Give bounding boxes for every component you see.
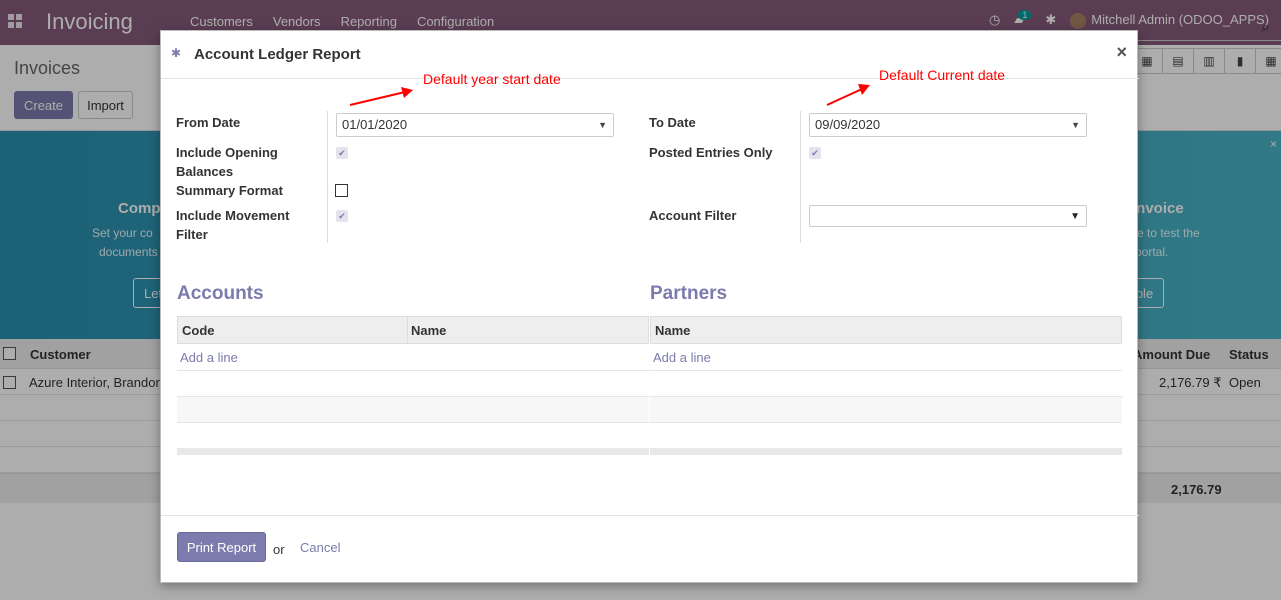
to-date-input[interactable]: 09/09/2020 ▼ [809,113,1087,137]
posted-entries-label: Posted Entries Only [649,145,773,160]
to-date-label: To Date [649,115,696,130]
include-opening-checkbox[interactable]: ✔ [336,147,348,159]
posted-entries-checkbox[interactable]: ✔ [809,147,821,159]
accounts-add-line-link[interactable]: Add a line [180,350,238,365]
field-separator [327,111,328,243]
partners-table: Name Add a line [650,316,1122,456]
annotation-year-start: Default year start date [423,71,561,87]
field-separator [800,111,801,243]
account-filter-label: Account Filter [649,208,737,223]
print-report-button[interactable]: Print Report [177,532,266,562]
modal-title: Account Ledger Report [194,46,361,63]
summary-format-checkbox[interactable] [335,184,348,197]
caret-down-icon: ▼ [1071,120,1080,130]
annotation-arrow-right-icon [826,84,870,106]
summary-format-label: Summary Format [176,183,283,198]
from-date-label: From Date [176,115,241,130]
partners-table-header: Name [650,316,1122,344]
account-ledger-dialog: ✱ Account Ledger Report × Default year s… [160,30,1139,584]
to-date-value: 09/09/2020 [815,117,881,132]
caret-down-icon: ▼ [1070,211,1080,222]
close-icon[interactable]: × [1116,42,1127,63]
include-movement-label: Include Movement Filter [176,208,290,242]
modal-footer: Print Report or Cancel [161,515,1139,584]
caret-down-icon: ▼ [598,120,607,130]
partners-add-line-link[interactable]: Add a line [653,350,711,365]
include-opening-label: Include Opening Balances [176,145,278,179]
cancel-button[interactable]: Cancel [300,540,340,555]
partners-table-footer [650,448,1122,455]
col-name: Name [411,323,447,338]
from-date-value: 01/01/2020 [342,117,408,132]
bug-icon: ✱ [171,46,182,60]
accounts-table: Code Name Add a line [177,316,649,456]
col-name: Name [655,323,691,338]
annotation-arrow-left-icon [349,87,413,106]
include-movement-checkbox[interactable]: ✔ [336,210,348,222]
partners-section-title: Partners [650,283,728,304]
accounts-table-footer [177,448,649,455]
col-code: Code [182,323,215,338]
account-filter-select[interactable]: ▼ [809,205,1087,227]
accounts-section-title: Accounts [177,283,264,304]
from-date-input[interactable]: 01/01/2020 ▼ [336,113,614,137]
or-text: or [273,542,285,557]
accounts-table-header: Code Name [177,316,649,344]
annotation-current-date: Default Current date [879,67,1006,83]
